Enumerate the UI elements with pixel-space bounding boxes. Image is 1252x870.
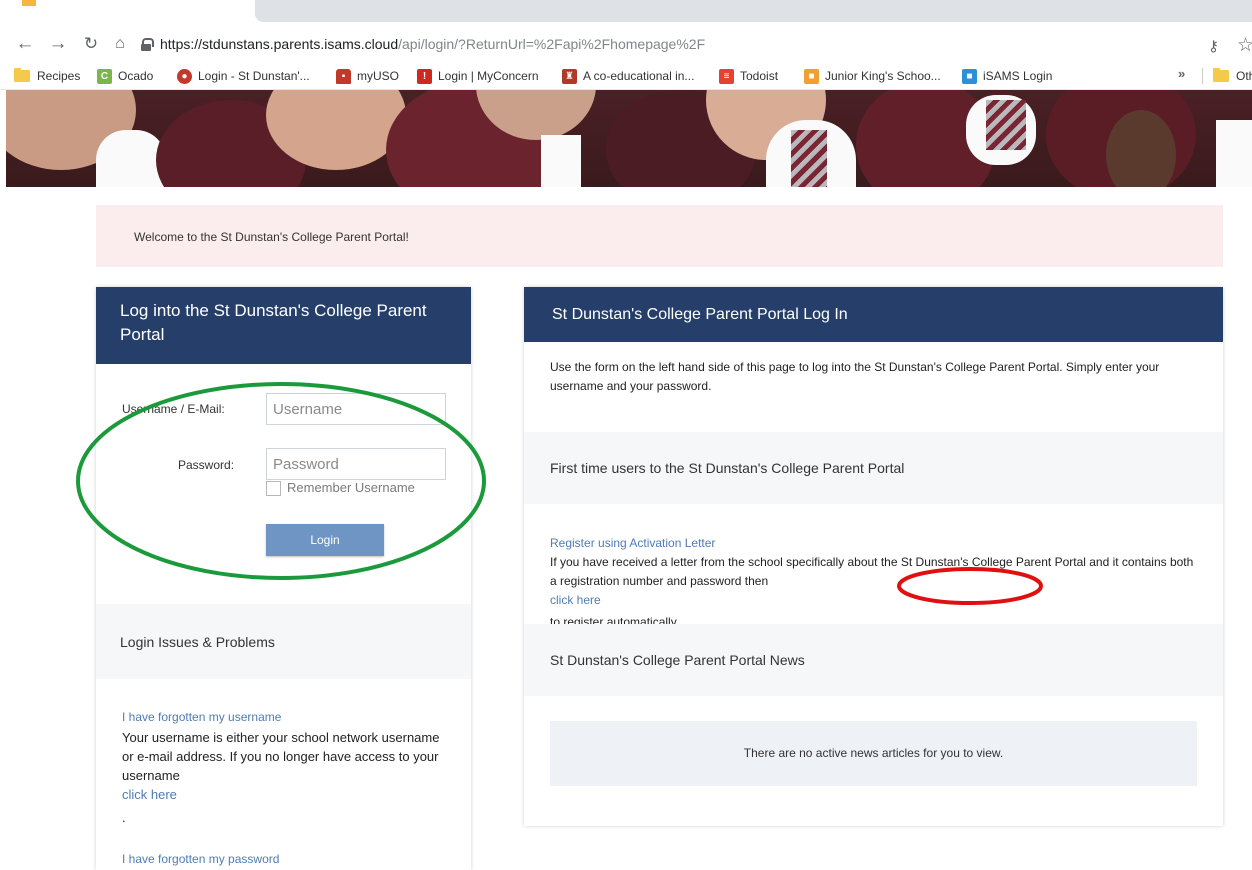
forgot-password-link[interactable]: I have forgotten my password	[122, 852, 445, 866]
bookmark-label: Oth	[1236, 69, 1252, 83]
register-click-here-link[interactable]: click here	[550, 591, 1197, 610]
tab-favicon	[22, 0, 36, 6]
remember-username-checkbox[interactable]	[266, 481, 281, 496]
bookmark-label: Recipes	[37, 69, 81, 83]
login-panel: Log into the St Dunstan's College Parent…	[96, 287, 471, 870]
ocado-icon: C	[97, 68, 112, 84]
folder-icon	[1213, 68, 1229, 82]
bookmark-label: Login - St Dunstan'...	[198, 69, 310, 83]
register-text: If you have received a letter from the s…	[550, 553, 1197, 632]
lock-icon	[140, 38, 154, 52]
username-input[interactable]	[266, 393, 446, 425]
forgot-username-link[interactable]: I have forgotten my username	[122, 710, 445, 724]
header-banner-photo	[6, 90, 1252, 187]
bookmark-myconcern[interactable]: ! Login | MyConcern	[417, 67, 539, 85]
forgot-username-text: Your username is either your school netw…	[122, 728, 445, 827]
bookmark-label: Ocado	[118, 69, 154, 83]
bookmark-label: A co-educational in...	[583, 69, 695, 83]
password-label: Password:	[178, 458, 235, 472]
browser-tab-strip	[0, 0, 1252, 30]
bookmark-label: myUSO	[357, 69, 399, 83]
bookmark-label: Todoist	[740, 69, 779, 83]
bookmarks-bar: Recipes C Ocado ● Login - St Dunstan'... ▪…	[0, 60, 1252, 90]
padlock-icon: ▪	[336, 68, 351, 84]
todoist-icon: ≡	[719, 68, 734, 84]
bookmark-star-icon[interactable]: ☆	[1237, 34, 1252, 57]
register-activation-letter-link[interactable]: Register using Activation Letter	[550, 536, 1197, 550]
bookmark-recipes[interactable]: Recipes	[14, 67, 80, 85]
login-panel-title: Log into the St Dunstan's College Parent…	[96, 287, 471, 364]
folder-icon	[14, 68, 30, 82]
forgot-username-description: Your username is either your school netw…	[122, 730, 440, 783]
back-arrow-icon[interactable]: ←	[14, 34, 36, 56]
login-issues-section: Login Issues & Problems	[96, 604, 471, 679]
news-empty-message: There are no active news articles for yo…	[550, 721, 1197, 786]
bookmark-login-stdunstans[interactable]: ● Login - St Dunstan'...	[177, 67, 310, 85]
school-icon: ♜	[562, 68, 577, 84]
new-tab-area[interactable]	[255, 0, 1252, 22]
url-path: /api/login/?ReturnUrl=%2Fapi%2Fhomepage%…	[398, 36, 706, 52]
login-form: Username / E-Mail: Password: Remember Us…	[96, 364, 471, 604]
login-issues-body: I have forgotten my username Your userna…	[96, 679, 471, 866]
portal-info-panel: St Dunstan's College Parent Portal Log I…	[524, 287, 1223, 826]
reload-icon[interactable]: ↻	[80, 34, 102, 56]
password-input[interactable]	[266, 448, 446, 480]
bookmark-label: iSAMS Login	[983, 69, 1053, 83]
home-icon[interactable]: ⌂	[109, 34, 131, 56]
login-issues-title: Login Issues & Problems	[120, 634, 275, 650]
bookmark-junior-kings[interactable]: ■ Junior King's Schoo...	[804, 67, 941, 85]
browser-toolbar: ← → ↻ ⌂ https://stdunstans.parents.isams…	[0, 30, 1252, 60]
forgot-username-click-here-link[interactable]: click here	[122, 785, 445, 804]
isams-icon: ■	[962, 68, 977, 84]
myconcern-icon: !	[417, 68, 432, 84]
portal-info-title: St Dunstan's College Parent Portal Log I…	[524, 287, 1223, 342]
bookmark-other[interactable]: Oth	[1213, 67, 1252, 85]
bookmark-isams-login[interactable]: ■ iSAMS Login	[962, 67, 1052, 85]
portal-intro-text: Use the form on the left hand side of th…	[550, 360, 1160, 393]
kings-icon: ■	[804, 68, 819, 84]
stdunstans-icon: ●	[177, 68, 192, 84]
bookmarks-divider	[1202, 68, 1203, 84]
news-section: St Dunstan's College Parent Portal News	[524, 624, 1223, 696]
forgot-username-period: .	[122, 810, 126, 825]
first-time-users-title: First time users to the St Dunstan's Col…	[550, 460, 905, 476]
welcome-alert: Welcome to the St Dunstan's College Pare…	[96, 205, 1223, 267]
bookmark-label: Junior King's Schoo...	[825, 69, 941, 83]
remember-username-label[interactable]: Remember Username	[287, 480, 415, 495]
bookmark-label: Login | MyConcern	[438, 69, 539, 83]
url-text[interactable]: https://stdunstans.parents.isams.cloud/a…	[160, 36, 705, 52]
login-button[interactable]: Login	[266, 524, 384, 556]
bookmark-co-educational[interactable]: ♜ A co-educational in...	[562, 67, 694, 85]
bookmark-ocado[interactable]: C Ocado	[97, 67, 153, 85]
bookmark-myuso[interactable]: ▪ myUSO	[336, 67, 399, 85]
address-bar[interactable]: https://stdunstans.parents.isams.cloud/a…	[140, 32, 1252, 58]
news-title: St Dunstan's College Parent Portal News	[550, 652, 805, 668]
bookmarks-overflow-chevron-icon[interactable]: »	[1178, 66, 1185, 81]
register-text-before: If you have received a letter from the s…	[550, 555, 1194, 588]
welcome-text: Welcome to the St Dunstan's College Pare…	[134, 230, 409, 244]
forward-arrow-icon[interactable]: →	[47, 34, 69, 56]
bookmark-todoist[interactable]: ≡ Todoist	[719, 67, 778, 85]
register-section: Register using Activation Letter If you …	[524, 504, 1223, 629]
url-host: https://stdunstans.parents.isams.cloud	[160, 36, 399, 52]
key-icon[interactable]: ⚷	[1208, 37, 1219, 55]
first-time-users-section: First time users to the St Dunstan's Col…	[524, 432, 1223, 504]
username-label: Username / E-Mail:	[122, 402, 225, 416]
